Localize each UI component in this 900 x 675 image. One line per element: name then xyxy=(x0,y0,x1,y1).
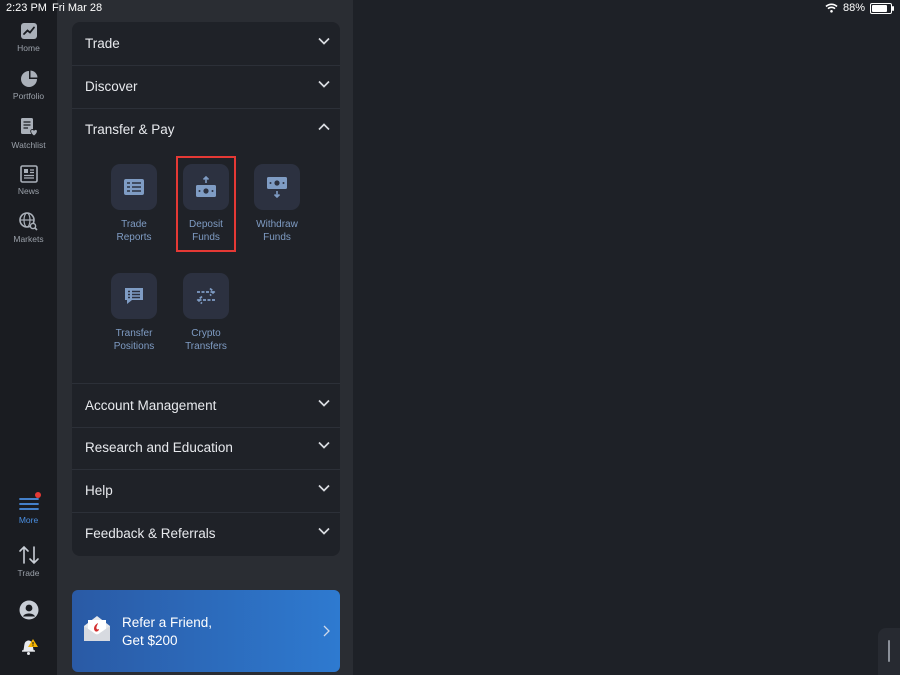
tile-box xyxy=(183,273,229,319)
tile-caption-line2: Funds xyxy=(263,232,291,243)
status-right: 88% xyxy=(825,2,894,14)
section-feedback-referrals[interactable]: Feedback & Referrals xyxy=(72,512,340,555)
section-label: Discover xyxy=(85,79,138,94)
section-transfer-pay[interactable]: Transfer & Pay xyxy=(72,108,340,151)
user-avatar-icon xyxy=(19,600,38,620)
chevron-down-icon xyxy=(318,37,330,45)
tile-caption: Crypto Transfers xyxy=(174,327,238,353)
up-down-arrows-icon xyxy=(18,545,39,565)
globe-search-icon xyxy=(19,212,38,231)
chevron-down-icon xyxy=(318,399,330,407)
chart-line-icon xyxy=(20,23,37,39)
rail-item-news[interactable]: News xyxy=(0,165,57,196)
deposit-funds-highlight xyxy=(176,156,236,252)
section-label: Transfer & Pay xyxy=(85,122,175,137)
promo-text: Refer a Friend, Get $200 xyxy=(122,614,212,650)
status-bar: 2:23 PM Fri Mar 28 88% xyxy=(0,0,900,18)
trade-reports-icon xyxy=(124,179,144,195)
rail-item-home[interactable]: Home xyxy=(0,22,57,53)
newspaper-icon xyxy=(19,165,38,183)
section-discover[interactable]: Discover xyxy=(72,65,340,109)
bell-alert-icon xyxy=(21,639,38,655)
resize-handle[interactable] xyxy=(878,628,900,675)
section-account-management[interactable]: Account Management xyxy=(72,383,340,428)
tile-caption-line1: Transfer xyxy=(115,328,153,339)
section-trade[interactable]: Trade xyxy=(72,22,340,66)
notification-dot xyxy=(35,492,41,498)
section-label: Help xyxy=(85,483,113,498)
tile-box xyxy=(254,164,300,210)
tile-withdraw-funds[interactable]: Withdraw Funds xyxy=(245,164,309,244)
rail-item-alerts[interactable] xyxy=(0,638,57,659)
chevron-down-icon xyxy=(318,527,330,535)
tile-transfer-positions[interactable]: Transfer Positions xyxy=(102,273,166,353)
tile-caption: Transfer Positions xyxy=(102,327,166,353)
battery-icon xyxy=(870,2,894,14)
section-label: Trade xyxy=(85,36,120,51)
section-label: Feedback & Referrals xyxy=(85,526,216,541)
promo-line1: Refer a Friend, xyxy=(122,615,213,630)
tile-caption-line2: Transfers xyxy=(185,341,227,352)
rail-item-more[interactable]: More xyxy=(0,492,57,525)
tile-caption: Withdraw Funds xyxy=(245,218,309,244)
tile-caption-line1: Withdraw xyxy=(256,219,298,230)
tile-caption-line1: Trade xyxy=(121,219,147,230)
tile-trade-reports[interactable]: Trade Reports xyxy=(102,164,166,244)
envelope-gift-icon xyxy=(84,616,110,641)
refer-friend-banner[interactable]: Refer a Friend, Get $200 xyxy=(72,590,340,672)
chevron-down-icon xyxy=(318,441,330,449)
rail-item-account[interactable] xyxy=(0,600,57,623)
battery-percent: 88% xyxy=(842,2,865,14)
section-label: Research and Education xyxy=(85,440,233,455)
nav-rail: Home Portfolio Watchlist News Markets Mo… xyxy=(0,0,57,675)
section-research-education[interactable]: Research and Education xyxy=(72,426,340,470)
promo-line2: Get $200 xyxy=(122,633,178,648)
hamburger-menu-icon xyxy=(18,498,39,510)
crypto-transfers-icon xyxy=(196,287,216,305)
status-time: 2:23 PM xyxy=(6,2,47,14)
rail-item-markets[interactable]: Markets xyxy=(0,212,57,244)
rail-label-trade: Trade xyxy=(17,568,40,578)
transfer-positions-icon xyxy=(125,288,143,304)
rail-item-trade[interactable]: Trade xyxy=(0,545,57,578)
menu-card: Trade Discover Transfer & Pay Trade Repo… xyxy=(72,22,340,556)
pie-chart-icon xyxy=(20,70,37,87)
rail-label-watchlist: Watchlist xyxy=(11,140,46,150)
rail-label-home: Home xyxy=(17,43,40,53)
tile-caption-line2: Reports xyxy=(116,232,152,243)
tile-caption: Trade Reports xyxy=(102,218,166,244)
tile-box xyxy=(111,273,157,319)
tile-caption-line1: Crypto xyxy=(191,328,221,339)
watchlist-heart-icon xyxy=(20,118,38,137)
tile-caption-line2: Positions xyxy=(113,341,155,352)
chevron-right-icon xyxy=(323,625,330,637)
chevron-up-icon xyxy=(318,123,330,131)
detail-area xyxy=(353,0,900,675)
rail-label-more: More xyxy=(18,515,39,525)
section-label: Account Management xyxy=(85,398,217,413)
status-date: Fri Mar 28 xyxy=(52,2,103,14)
rail-label-portfolio: Portfolio xyxy=(12,91,45,101)
chevron-down-icon xyxy=(318,80,330,88)
withdraw-funds-icon xyxy=(267,177,287,198)
wifi-icon xyxy=(825,3,838,13)
tile-box xyxy=(111,164,157,210)
rail-label-markets: Markets xyxy=(13,234,44,244)
tile-crypto-transfers[interactable]: Crypto Transfers xyxy=(174,273,238,353)
chevron-down-icon xyxy=(318,484,330,492)
rail-item-watchlist[interactable]: Watchlist xyxy=(0,117,57,150)
section-help[interactable]: Help xyxy=(72,469,340,513)
rail-label-news: News xyxy=(17,186,40,196)
rail-item-portfolio[interactable]: Portfolio xyxy=(0,70,57,101)
